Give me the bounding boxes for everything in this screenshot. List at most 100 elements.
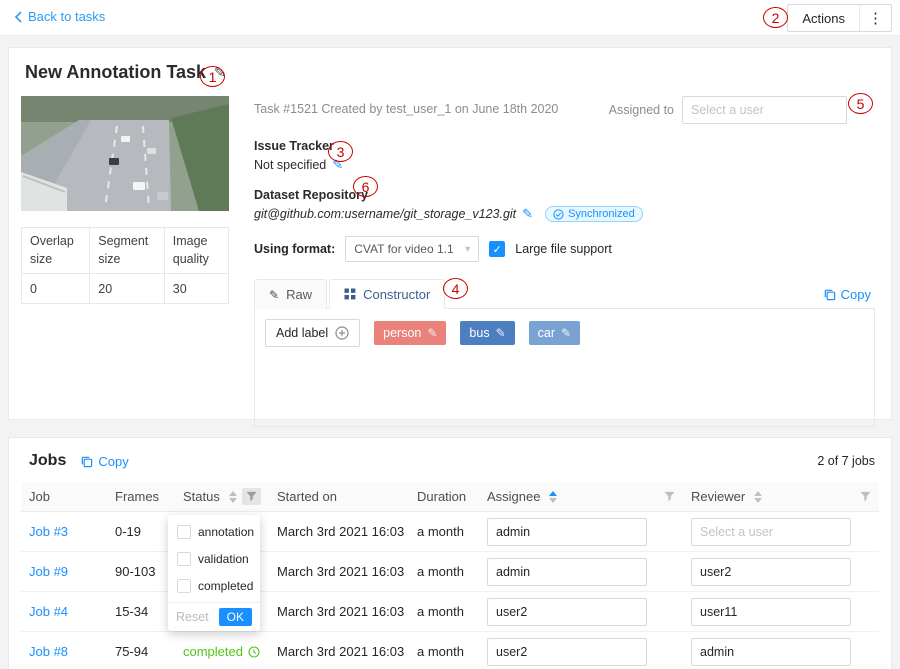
param-header-quality: Image quality [164, 228, 228, 274]
format-select[interactable]: CVAT for video 1.1 ▾ [345, 236, 479, 262]
tab-raw[interactable]: ✎ Raw [254, 279, 327, 309]
edit-label-car-icon[interactable]: ✎ [561, 326, 571, 340]
param-value-segment: 20 [90, 274, 165, 304]
job-link[interactable]: Job #8 [29, 644, 68, 659]
sync-status-badge: Synchronized [545, 206, 643, 222]
constructor-blocks-icon [344, 288, 356, 300]
labels-copy-button[interactable]: Copy [823, 287, 871, 302]
more-menu-icon[interactable]: ⋮ [859, 5, 891, 31]
filter-option-validation[interactable]: validation [168, 545, 260, 572]
edit-repository-icon[interactable]: ✎ [522, 206, 533, 222]
duration-cell: a month [409, 644, 479, 659]
sync-status-label: Synchronized [568, 208, 635, 220]
param-header-segment: Segment size [90, 228, 165, 274]
frames-cell: 90-103 [107, 564, 175, 579]
jobs-copy-label: Copy [98, 454, 128, 469]
chevron-down-icon: ▾ [465, 244, 470, 255]
completed-checkbox[interactable] [177, 579, 191, 593]
add-label-text: Add label [276, 326, 328, 340]
back-chevron-icon [14, 11, 22, 23]
label-chip-bus-name: bus [469, 326, 489, 340]
assignee-input[interactable] [487, 558, 647, 586]
edit-label-bus-icon[interactable]: ✎ [496, 326, 506, 340]
assignee-input[interactable] [487, 638, 647, 666]
filter-option-completed[interactable]: completed [168, 572, 260, 599]
edit-issue-tracker-icon[interactable]: ✎ [332, 157, 343, 173]
column-job: Job [21, 489, 107, 504]
param-value-overlap: 0 [22, 274, 90, 304]
add-label-button[interactable]: Add label [265, 319, 360, 347]
using-format-label: Using format: [254, 242, 335, 256]
status-sort-icon[interactable] [229, 491, 237, 503]
issue-tracker-value: Not specified [254, 158, 326, 172]
reviewer-filter-icon[interactable] [860, 491, 871, 502]
job-link[interactable]: Job #3 [29, 524, 68, 539]
plus-circle-icon [335, 326, 349, 340]
dataset-repository-field: Dataset Repository git@github.com:userna… [254, 188, 875, 222]
back-to-tasks-link[interactable]: Back to tasks [14, 9, 105, 24]
tab-raw-label: Raw [286, 287, 312, 302]
reviewer-input[interactable] [691, 638, 851, 666]
duration-cell: a month [409, 604, 479, 619]
actions-label: Actions [788, 5, 859, 31]
assignee-filter-icon[interactable] [664, 491, 675, 502]
labels-tabs: ✎ Raw Constructor Copy [254, 278, 875, 309]
reviewer-input[interactable] [691, 598, 851, 626]
assignee-select-input[interactable] [682, 96, 847, 124]
status-cell-completed: completed [175, 644, 269, 659]
task-title: New Annotation Task [25, 62, 206, 83]
column-reviewer[interactable]: Reviewer [683, 489, 879, 504]
job-row-9: Job #9 90-103 March 3rd 2021 16:03 a mon… [21, 552, 879, 592]
dataset-repository-url[interactable]: git@github.com:username/git_storage_v123… [254, 207, 516, 221]
task-params-table: Overlap size Segment size Image quality … [21, 227, 229, 304]
reviewer-sort-icon[interactable] [754, 491, 762, 503]
assignee-input[interactable] [487, 598, 647, 626]
filter-ok-button[interactable]: OK [219, 608, 252, 626]
issue-tracker-label: Issue Tracker [254, 139, 875, 153]
jobs-card: Jobs Copy 2 of 7 jobs Job Frames Status … [8, 437, 892, 669]
assignee-sort-icon[interactable] [549, 491, 557, 503]
column-status[interactable]: Status [175, 488, 269, 505]
label-chip-car-name: car [538, 326, 555, 340]
job-link[interactable]: Job #4 [29, 604, 68, 619]
frames-cell: 0-19 [107, 524, 175, 539]
jobs-count: 2 of 7 jobs [817, 454, 875, 468]
completed-status-icon [248, 646, 260, 658]
label-chip-bus[interactable]: bus ✎ [460, 321, 514, 345]
filter-option-annotation[interactable]: annotation [168, 518, 260, 545]
duration-cell: a month [409, 564, 479, 579]
task-left-column: Overlap size Segment size Image quality … [21, 96, 229, 304]
task-details-card: New Annotation Task ✎ [8, 47, 892, 420]
check-circle-icon [553, 209, 564, 220]
jobs-copy-button[interactable]: Copy [80, 454, 128, 469]
reviewer-input[interactable] [691, 518, 851, 546]
large-file-support-checkbox[interactable]: ✓ [489, 241, 505, 257]
param-value-quality: 30 [164, 274, 228, 304]
filter-reset-button[interactable]: Reset [176, 610, 209, 624]
validation-checkbox[interactable] [177, 552, 191, 566]
label-chip-person[interactable]: person ✎ [374, 321, 446, 345]
task-preview-image [21, 96, 229, 211]
tab-constructor[interactable]: Constructor [329, 279, 445, 309]
jobs-table: Job Frames Status Started on Duration As… [21, 482, 879, 669]
started-cell: March 3rd 2021 16:03 [269, 604, 409, 619]
column-assignee[interactable]: Assignee [479, 489, 683, 504]
job-row-3: Job #3 0-19 March 3rd 2021 16:03 a month [21, 512, 879, 552]
param-header-overlap: Overlap size [22, 228, 90, 274]
edit-title-icon[interactable]: ✎ [214, 64, 226, 81]
job-link[interactable]: Job #9 [29, 564, 68, 579]
assigned-to-label: Assigned to [609, 103, 674, 117]
reviewer-input[interactable] [691, 558, 851, 586]
started-cell: March 3rd 2021 16:03 [269, 524, 409, 539]
edit-label-person-icon[interactable]: ✎ [427, 326, 437, 340]
assigned-to-group: Assigned to [609, 96, 847, 124]
label-chip-car[interactable]: car ✎ [529, 321, 580, 345]
frames-cell: 15-34 [107, 604, 175, 619]
assignee-input[interactable] [487, 518, 647, 546]
annotation-checkbox[interactable] [177, 525, 191, 539]
status-filter-icon[interactable] [242, 488, 261, 505]
column-duration: Duration [409, 489, 479, 504]
frames-cell: 75-94 [107, 644, 175, 659]
copy-icon [823, 288, 836, 301]
actions-button[interactable]: Actions ⋮ [787, 4, 892, 32]
